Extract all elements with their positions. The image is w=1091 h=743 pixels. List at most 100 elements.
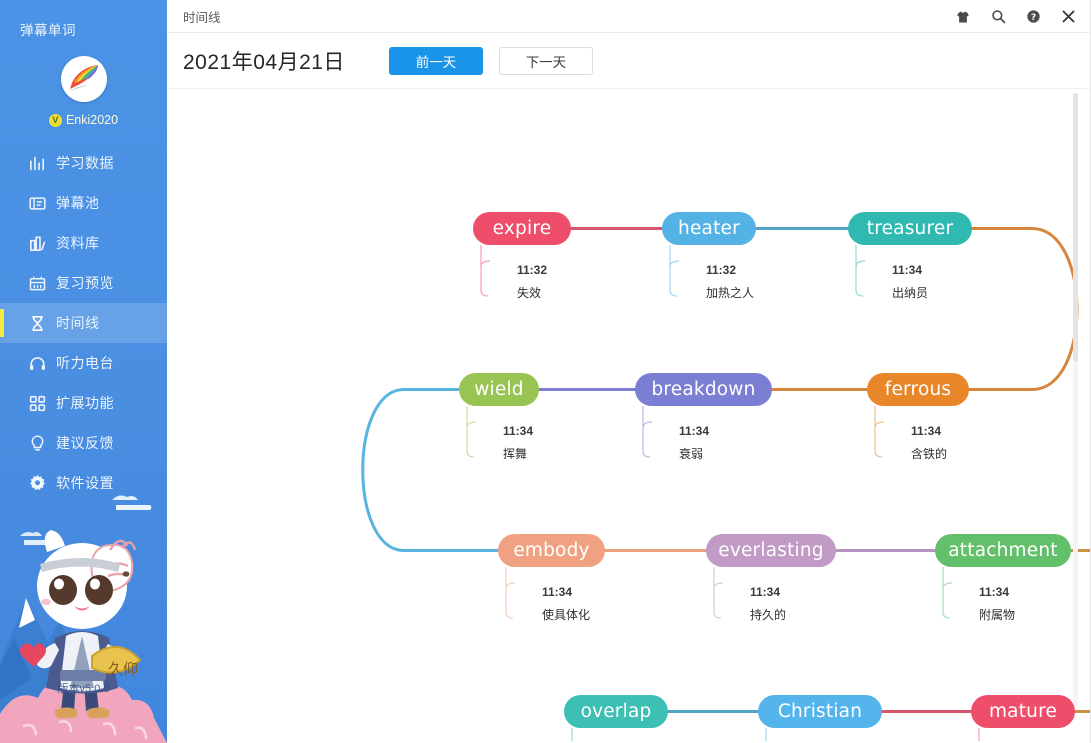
timeline-node-bracket (669, 245, 680, 297)
timeline-node-definition: 失效 (517, 286, 542, 300)
timeline-node-word: everlasting (718, 540, 824, 561)
timeline-node-definition: 使具体化 (542, 608, 591, 622)
timeline-node-word: expire (492, 218, 552, 239)
sidebar-item-label: 复习预览 (56, 275, 114, 291)
sidebar-item-feedback[interactable]: 建议反馈 (0, 423, 167, 463)
main-panel: 时间线 ? 2021年04月21日 前一天 下一天 expire 11:32 失… (167, 0, 1091, 743)
timeline-node-time: 11:34 (542, 585, 573, 599)
timeline-node-time: 11:32 (706, 263, 737, 277)
timeline-node-time: 11:34 (750, 585, 781, 599)
sidebar-item-danmu-pool[interactable]: 弹幕池 (0, 183, 167, 223)
mascot-illustration: 久仰 (0, 478, 167, 743)
timeline-node-word: ferrous (884, 379, 952, 400)
hourglass-icon (28, 314, 47, 333)
sidebar-item-extensions[interactable]: 扩展功能 (0, 383, 167, 423)
timeline-canvas: expire 11:32 失效 heater 11:32 加热之人 treasurer 11:… (167, 89, 1091, 741)
timeline-node-bracket (505, 567, 516, 619)
sidebar-item-study-data[interactable]: 学习数据 (0, 143, 167, 183)
timeline-node-ferrous[interactable]: ferrous (867, 373, 969, 406)
headphones-icon (28, 354, 47, 373)
account-row[interactable]: V Enki2020 (0, 113, 167, 127)
sidebar-item-review-preview[interactable]: 复习预览 (0, 263, 167, 303)
logo-container (0, 56, 167, 102)
timeline-node-time: 11:34 (503, 424, 534, 438)
app-name-label: 弹幕单词 (20, 23, 76, 38)
close-icon[interactable] (1059, 8, 1077, 26)
title-bar: 时间线 ? (167, 0, 1091, 33)
timeline-node-attachment[interactable]: attachment (935, 534, 1071, 567)
timeline-node-word: breakdown (651, 379, 756, 400)
timeline-node-wield[interactable]: wield (459, 373, 539, 406)
timeline-node-word: heater (678, 218, 740, 239)
grid-blocks-icon (28, 394, 47, 413)
timeline-node-bracket (855, 245, 866, 297)
timeline-node-bracket (571, 728, 573, 741)
timeline-node-definition: 出纳员 (892, 286, 929, 300)
search-icon[interactable] (989, 8, 1007, 26)
timeline-node-word: attachment (948, 540, 1058, 561)
sidebar: 弹幕单词 V Enki2020 学习数据 弹幕池 资料库 复习预览 时间线 听力… (0, 0, 167, 743)
svg-text:久仰: 久仰 (108, 660, 138, 678)
timeline-node-embody[interactable]: embody (498, 534, 605, 567)
timeline-node-definition: 衰弱 (679, 447, 704, 461)
timeline-node-breakdown[interactable]: breakdown (635, 373, 772, 406)
timeline-node-bracket (874, 406, 885, 458)
timeline-node-word: Christian (777, 701, 863, 722)
sidebar-item-label: 扩展功能 (56, 395, 114, 411)
application-window: 弹幕单词 V Enki2020 学习数据 弹幕池 资料库 复习预览 时间线 听力… (0, 0, 1091, 743)
username-label: Enki2020 (65, 113, 119, 127)
timeline-node-heater[interactable]: heater (662, 212, 756, 245)
sidebar-item-label: 资料库 (56, 235, 100, 251)
sidebar-item-label: 听力电台 (56, 355, 114, 371)
timeline-node-definition: 持久的 (750, 608, 787, 622)
timeline-node-time: 11:32 (517, 263, 548, 277)
timeline-node-expire[interactable]: expire (473, 212, 571, 245)
sidebar-item-label: 建议反馈 (56, 435, 114, 451)
date-toolbar: 2021年04月21日 前一天 下一天 (167, 33, 1091, 89)
feather-logo-glyph (68, 65, 98, 92)
timeline-node-bracket (713, 567, 724, 619)
books-icon (28, 234, 47, 253)
sidebar-item-listening-radio[interactable]: 听力电台 (0, 343, 167, 383)
sidebar-item-library[interactable]: 资料库 (0, 223, 167, 263)
timeline-node-time: 11:34 (911, 424, 942, 438)
timeline-node-everlasting[interactable]: everlasting (706, 534, 836, 567)
sidebar-nav: 学习数据 弹幕池 资料库 复习预览 时间线 听力电台 扩展功能 建议反馈 软件设… (0, 143, 167, 503)
svg-text:?: ? (1030, 12, 1035, 23)
timeline-node-bracket (978, 728, 980, 741)
timeline-node-definition: 含铁的 (911, 447, 948, 461)
page-title: 时间线 (183, 10, 221, 25)
help-icon[interactable]: ? (1024, 8, 1042, 26)
timeline-node-time: 11:34 (979, 585, 1010, 599)
timeline-node-word: overlap (580, 701, 652, 722)
sidebar-item-timeline[interactable]: 时间线 (0, 303, 167, 343)
scrollbar-thumb[interactable] (1073, 93, 1078, 362)
timeline-canvas-wrapper: expire 11:32 失效 heater 11:32 加热之人 treasurer 11:… (167, 89, 1091, 741)
timeline-node-definition: 附属物 (979, 608, 1016, 622)
link-wield-embody (361, 388, 500, 552)
timeline-node-time: 11:34 (679, 424, 710, 438)
current-date-label: 2021年04月21日 (183, 50, 345, 74)
skin-icon[interactable] (954, 8, 972, 26)
version-label: 版本v5.0.0 (57, 683, 110, 695)
mascot-art: 久仰 (0, 495, 167, 743)
timeline-node-word: mature (988, 701, 1058, 722)
sidebar-item-label: 弹幕池 (56, 195, 100, 211)
vertical-scrollbar[interactable] (1073, 93, 1078, 705)
timeline-node-overlap[interactable]: overlap (564, 695, 668, 728)
sidebar-item-label: 学习数据 (56, 155, 114, 171)
timeline-node-christian[interactable]: Christian (758, 695, 882, 728)
timeline-node-mature[interactable]: mature (971, 695, 1075, 728)
timeline-node-bracket (765, 728, 767, 741)
prev-day-button[interactable]: 前一天 (388, 46, 483, 75)
link-treasurer-ferrous (967, 227, 1079, 391)
next-day-button[interactable]: 下一天 (498, 46, 593, 75)
timeline-node-word: embody (513, 540, 590, 561)
timeline-node-bracket (480, 245, 491, 297)
timeline-node-bracket (942, 567, 953, 619)
timeline-node-treasurer[interactable]: treasurer (848, 212, 972, 245)
timeline-node-definition: 加热之人 (706, 286, 755, 300)
vip-badge-icon: V (48, 113, 62, 127)
calendar-icon (28, 274, 47, 293)
timeline-connectors (361, 227, 1091, 741)
